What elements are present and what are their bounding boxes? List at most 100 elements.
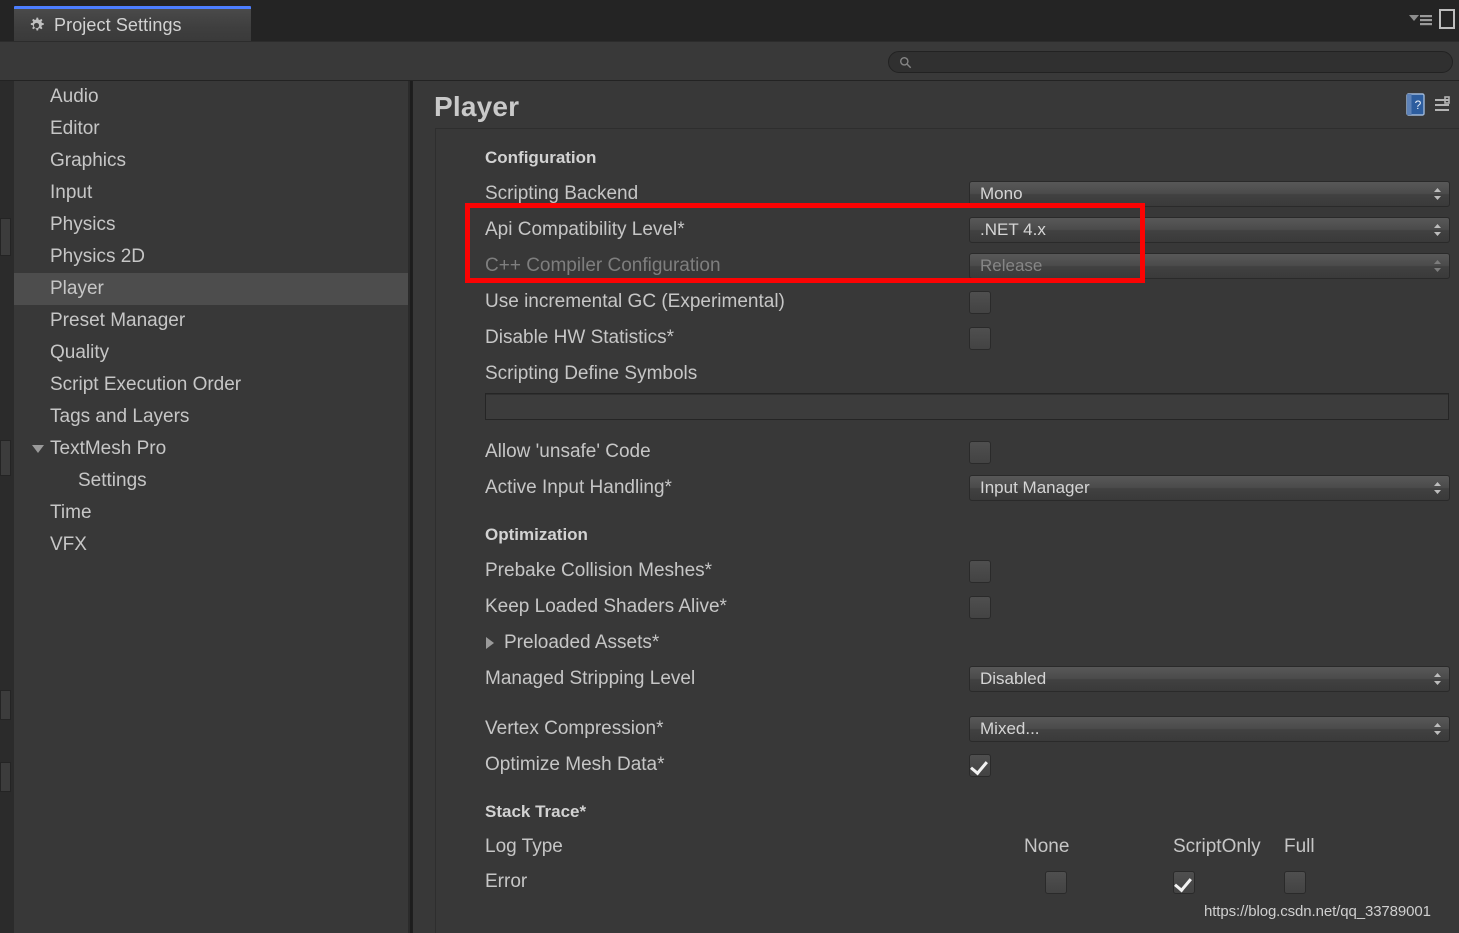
chevron-down-icon[interactable]: [32, 445, 44, 453]
chevron-right-icon[interactable]: [486, 637, 494, 649]
section-heading-optimization: Optimization: [436, 525, 1459, 545]
sidebar-item-label: Script Execution Order: [50, 374, 241, 396]
sidebar-item-graphics[interactable]: Graphics: [14, 145, 408, 177]
sidebar-item-tags-and-layers[interactable]: Tags and Layers: [14, 401, 408, 433]
row-managed-stripping-level: Managed Stripping Level Disabled: [436, 661, 1459, 697]
spacer: [436, 697, 1459, 711]
sidebar-item-audio[interactable]: Audio: [14, 81, 408, 113]
dropdown-value: Disabled: [980, 669, 1046, 689]
row-keep-loaded-shaders-alive: Keep Loaded Shaders Alive*: [436, 589, 1459, 625]
sidebar-item-textmesh-pro[interactable]: TextMesh Pro: [14, 433, 408, 465]
svg-text:?: ?: [1415, 98, 1422, 112]
column-header-scriptonly: ScriptOnly: [1173, 836, 1284, 858]
sidebar-item-label: TextMesh Pro: [50, 438, 166, 460]
checkbox-prebake-collision-meshes[interactable]: [969, 560, 991, 583]
column-header-none: None: [1024, 836, 1173, 858]
checkbox-keep-loaded-shaders-alive[interactable]: [969, 596, 991, 619]
search-toolbar: [0, 41, 1459, 81]
background-window-chip: [0, 690, 11, 720]
checkbox-use-incremental-gc[interactable]: [969, 291, 991, 314]
sidebar-item-editor[interactable]: Editor: [14, 113, 408, 145]
input-scripting-define-symbols[interactable]: [485, 393, 1449, 420]
label-cpp-compiler-configuration: C++ Compiler Configuration: [485, 255, 969, 277]
dropdown-cpp-compiler-configuration: Release: [969, 253, 1450, 279]
label-prebake-collision-meshes: Prebake Collision Meshes*: [485, 560, 969, 582]
radio-error-scriptonly[interactable]: [1173, 871, 1195, 894]
sidebar-item-time[interactable]: Time: [14, 497, 408, 529]
label-use-incremental-gc: Use incremental GC (Experimental): [485, 291, 969, 313]
dropdown-value: Input Manager: [980, 478, 1090, 498]
dropdown-active-input-handling[interactable]: Input Manager: [969, 475, 1450, 501]
chevron-updown-icon: [1433, 186, 1442, 202]
sidebar-item-input[interactable]: Input: [14, 177, 408, 209]
dropdown-value: Mono: [980, 184, 1023, 204]
sidebar-item-label: Tags and Layers: [50, 406, 189, 428]
hamburger-menu-icon[interactable]: [1407, 11, 1433, 27]
sidebar-item-label: Player: [50, 278, 104, 300]
background-window-chip: [0, 440, 11, 476]
label-scripting-backend: Scripting Backend: [485, 183, 969, 205]
sidebar-item-physics[interactable]: Physics: [14, 209, 408, 241]
help-book-icon[interactable]: ?: [1405, 93, 1427, 117]
sidebar-content-divider[interactable]: [408, 81, 410, 933]
search-input[interactable]: [912, 54, 1452, 70]
dropdown-managed-stripping-level[interactable]: Disabled: [969, 666, 1450, 692]
sidebar-item-label: Physics: [50, 214, 115, 236]
row-prebake-collision-meshes: Prebake Collision Meshes*: [436, 553, 1459, 589]
dropdown-scripting-backend[interactable]: Mono: [969, 181, 1450, 207]
row-vertex-compression: Vertex Compression* Mixed...: [436, 711, 1459, 747]
cell-error-scriptonly: [1173, 871, 1284, 894]
player-settings-panel: Configuration Scripting Backend Mono Api…: [435, 128, 1459, 933]
row-active-input-handling: Active Input Handling* Input Manager: [436, 470, 1459, 506]
radio-error-none[interactable]: [1045, 871, 1067, 894]
preset-settings-icon[interactable]: [1434, 96, 1454, 114]
chevron-updown-icon: [1433, 222, 1442, 238]
sidebar-item-physics-2d[interactable]: Physics 2D: [14, 241, 408, 273]
row-optimize-mesh-data: Optimize Mesh Data*: [436, 747, 1459, 783]
dropdown-vertex-compression[interactable]: Mixed...: [969, 716, 1450, 742]
sidebar-item-settings[interactable]: Settings: [14, 465, 408, 497]
gear-icon: [28, 17, 45, 34]
sidebar-item-label: Graphics: [50, 150, 126, 172]
sidebar-item-vfx[interactable]: VFX: [14, 529, 408, 561]
label-disable-hw-statistics: Disable HW Statistics*: [485, 327, 969, 349]
radio-error-full[interactable]: [1284, 871, 1306, 894]
checkbox-disable-hw-statistics[interactable]: [969, 327, 991, 350]
sidebar-item-quality[interactable]: Quality: [14, 337, 408, 369]
sidebar-item-label: Input: [50, 182, 92, 204]
background-window-chip: [0, 762, 11, 792]
cell-error-none: [1024, 871, 1173, 894]
watermark-text: https://blog.csdn.net/qq_33789001: [1204, 903, 1431, 920]
label-vertex-compression: Vertex Compression*: [485, 718, 969, 740]
row-preloaded-assets[interactable]: Preloaded Assets*: [436, 625, 1459, 661]
background-window-chip: [0, 218, 11, 256]
settings-category-sidebar[interactable]: Audio Editor Graphics Input Physics Phys…: [14, 81, 408, 933]
dropdown-api-compatibility-level[interactable]: .NET 4.x: [969, 217, 1450, 243]
sidebar-item-player[interactable]: Player: [14, 273, 408, 305]
label-error: Error: [485, 871, 1024, 893]
sidebar-item-label: VFX: [50, 534, 87, 556]
panel-options-icon[interactable]: [1439, 9, 1455, 29]
label-keep-loaded-shaders-alive: Keep Loaded Shaders Alive*: [485, 596, 969, 618]
row-api-compatibility-level: Api Compatibility Level* .NET 4.x: [436, 212, 1459, 248]
spacer: [436, 420, 1459, 434]
window-tab-strip: Project Settings: [0, 0, 1459, 41]
dropdown-value: Mixed...: [980, 719, 1040, 739]
tab-project-settings[interactable]: Project Settings: [14, 6, 251, 41]
label-preloaded-assets: Preloaded Assets*: [485, 632, 988, 654]
row-scripting-backend: Scripting Backend Mono: [436, 176, 1459, 212]
column-header-full: Full: [1284, 836, 1364, 858]
cell-error-full: [1284, 871, 1364, 894]
search-box[interactable]: [888, 51, 1453, 73]
sidebar-item-script-execution-order[interactable]: Script Execution Order: [14, 369, 408, 401]
checkbox-optimize-mesh-data[interactable]: [969, 754, 991, 777]
row-use-incremental-gc: Use incremental GC (Experimental): [436, 284, 1459, 320]
tab-label: Project Settings: [54, 15, 182, 36]
chevron-updown-icon: [1433, 258, 1442, 274]
row-allow-unsafe-code: Allow 'unsafe' Code: [436, 434, 1459, 470]
sidebar-item-label: Audio: [50, 86, 99, 108]
panel-header-icons: ?: [1405, 93, 1454, 117]
sidebar-item-preset-manager[interactable]: Preset Manager: [14, 305, 408, 337]
checkbox-allow-unsafe-code[interactable]: [969, 441, 991, 464]
label-scripting-define-symbols: Scripting Define Symbols: [485, 363, 969, 385]
